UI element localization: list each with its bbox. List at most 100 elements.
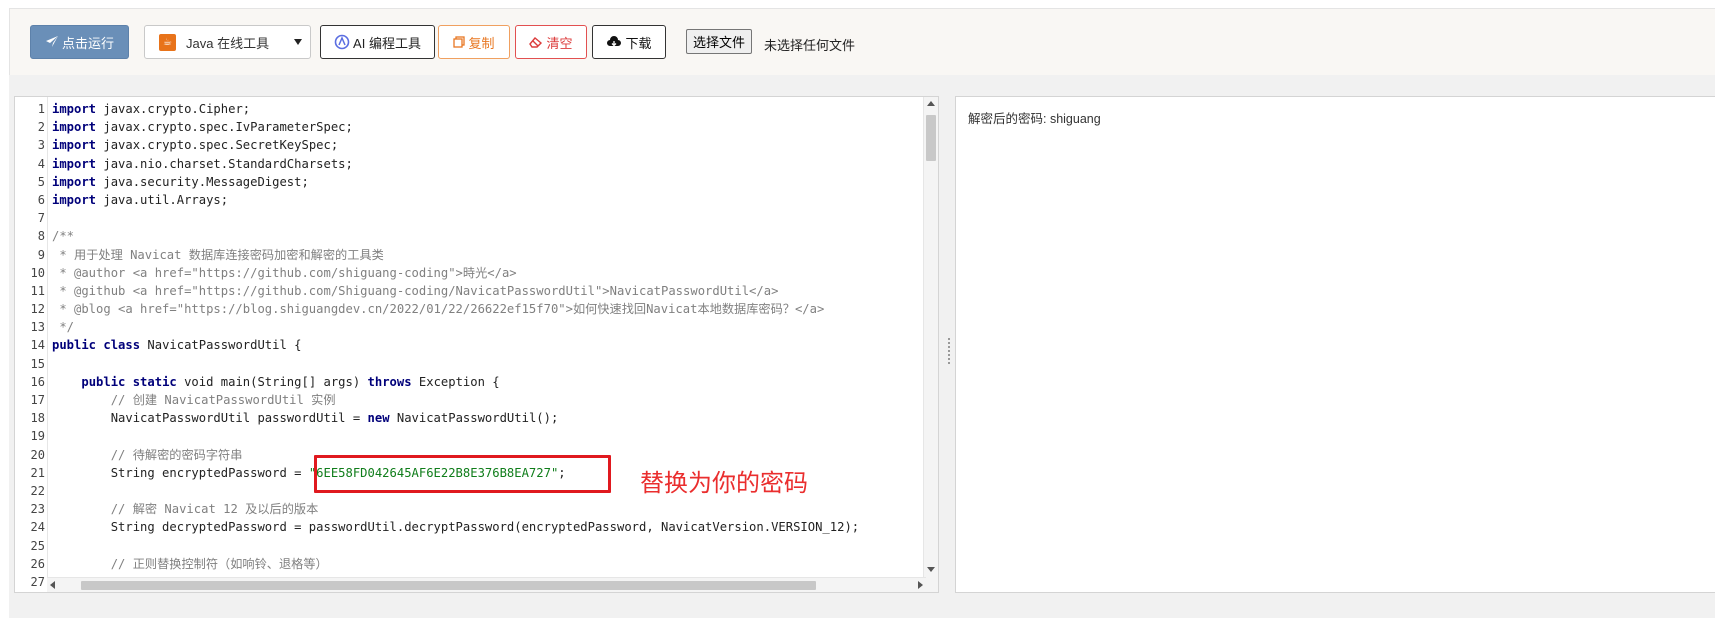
- line-number: 13: [30, 320, 45, 335]
- line-number: 2: [37, 120, 45, 135]
- code-token: NavicatPasswordUtil {: [140, 338, 302, 353]
- line-number: 7: [37, 211, 45, 226]
- code-token: // 创建 NavicatPasswordUtil 实例: [52, 393, 336, 407]
- line-text: import javax.crypto.spec.SecretKeySpec;: [52, 136, 338, 154]
- clear-button[interactable]: 清空: [515, 25, 587, 59]
- line-text: import javax.crypto.spec.IvParameterSpec…: [52, 118, 353, 136]
- line-text: import java.nio.charset.StandardCharsets…: [52, 155, 353, 173]
- line-number: 27: [30, 574, 45, 589]
- line-number: 26: [30, 556, 45, 571]
- code-line[interactable]: 8 /**: [15, 227, 925, 245]
- line-text: import javax.crypto.Cipher;: [52, 100, 250, 118]
- line-number: 12: [30, 302, 45, 317]
- code-line[interactable]: 15: [15, 355, 925, 373]
- ai-tools-button[interactable]: AI 编程工具: [320, 25, 435, 59]
- code-token: /**: [52, 229, 75, 244]
- line-number: 10: [30, 265, 45, 280]
- line-number: 23: [30, 502, 45, 517]
- annotation-text: 替换为你的密码: [640, 470, 808, 497]
- horizontal-scroll-thumb[interactable]: [81, 581, 816, 590]
- code-line[interactable]: 1 import javax.crypto.Cipher;: [15, 100, 925, 118]
- code-line[interactable]: 2 import javax.crypto.spec.IvParameterSpe…: [15, 118, 925, 136]
- scroll-right-icon[interactable]: [918, 581, 923, 589]
- file-status: 未选择任何文件: [764, 38, 856, 53]
- code-token: void main(String[] args): [176, 374, 368, 389]
- page: 点击运行 ☕ Java 在线工具 AI 编程工具 复制 清空 下载 选择文件 未…: [0, 0, 1715, 618]
- code-line[interactable]: 3 import javax.crypto.spec.SecretKeySpec;: [15, 136, 925, 154]
- code-line[interactable]: 16 public static void main(String[] args…: [15, 373, 925, 391]
- output-text: 解密后的密码: shiguang: [968, 112, 1101, 126]
- copy-button[interactable]: 复制: [438, 25, 510, 59]
- code-token: String encryptedPassword =: [52, 465, 309, 480]
- code-token: import: [52, 156, 97, 171]
- code-token: * 用于处理 Navicat 数据库连接密码加密和解密的工具类: [52, 247, 384, 262]
- code-line[interactable]: 25: [15, 537, 925, 555]
- code-token: // 解密 Navicat 12 及以后的版本: [52, 502, 319, 517]
- code-line[interactable]: 13 */: [15, 318, 925, 336]
- code-line[interactable]: 24 String decryptedPassword = passwordUt…: [15, 518, 925, 536]
- code-editor[interactable]: 1 import javax.crypto.Cipher; 2 import java…: [14, 96, 939, 593]
- line-number: 17: [30, 393, 45, 407]
- code-token: javax.crypto.Cipher;: [96, 102, 251, 116]
- vertical-scrollbar[interactable]: [923, 97, 938, 592]
- code-line[interactable]: 9 * 用于处理 Navicat 数据库连接密码加密和解密的工具类: [15, 246, 925, 264]
- scroll-down-icon[interactable]: [927, 567, 935, 572]
- run-button[interactable]: 点击运行: [30, 25, 129, 59]
- code-line[interactable]: 6 import java.util.Arrays;: [15, 191, 925, 209]
- line-number: 16: [30, 374, 45, 389]
- line-number: 5: [37, 174, 45, 189]
- password-highlight-box: [314, 455, 611, 493]
- download-button[interactable]: 下载: [592, 25, 666, 59]
- code-token: javax.crypto.spec.SecretKeySpec;: [96, 138, 339, 153]
- code-token: * @author <a href="https://github.com/sh…: [52, 265, 517, 280]
- code-line[interactable]: 26 // 正则替换控制符（如响铃、退格等）: [15, 555, 925, 573]
- ai-icon: [334, 34, 350, 50]
- line-text: public static void main(String[] args) t…: [52, 373, 499, 391]
- code-token: java.util.Arrays;: [96, 192, 229, 207]
- line-text: NavicatPasswordUtil passwordUtil = new N…: [52, 409, 559, 427]
- code-token: import: [52, 192, 97, 207]
- line-number: 11: [30, 283, 45, 298]
- code-token: import: [52, 120, 97, 135]
- code-line[interactable]: 11 * @github <a href="https://github.com…: [15, 282, 925, 300]
- code-token: javax.crypto.spec.IvParameterSpec;: [96, 120, 353, 135]
- choose-file-button[interactable]: 选择文件: [686, 29, 753, 54]
- line-number: 1: [37, 102, 45, 116]
- code-line[interactable]: 19: [15, 427, 925, 445]
- copy-label: 复制: [468, 35, 495, 51]
- code-token: public class: [52, 338, 141, 353]
- code-lines[interactable]: 1 import javax.crypto.Cipher; 2 import java…: [15, 100, 925, 591]
- copy-icon: [453, 36, 466, 48]
- code-line[interactable]: 14 public class NavicatPasswordUtil {: [15, 336, 925, 354]
- chevron-down-icon: [294, 39, 302, 45]
- line-number: 21: [30, 465, 45, 480]
- clear-label: 清空: [546, 35, 573, 51]
- scroll-up-icon[interactable]: [927, 101, 935, 106]
- line-text: * @github <a href="https://github.com/Sh…: [52, 282, 778, 300]
- code-line[interactable]: 12 * @blog <a href="https://blog.shiguan…: [15, 300, 925, 318]
- code-line[interactable]: 5 import java.security.MessageDigest;: [15, 173, 925, 191]
- vertical-scroll-thumb[interactable]: [926, 115, 936, 161]
- code-line[interactable]: 17 // 创建 NavicatPasswordUtil 实例: [15, 391, 925, 409]
- code-token: NavicatPasswordUtil passwordUtil =: [52, 411, 368, 426]
- line-text: /**: [52, 227, 74, 245]
- line-number: 9: [37, 247, 45, 262]
- code-token: new: [367, 411, 390, 426]
- code-line[interactable]: 23 // 解密 Navicat 12 及以后的版本: [15, 500, 925, 518]
- pane-splitter-handle[interactable]: [946, 336, 952, 366]
- run-label: 点击运行: [61, 35, 114, 51]
- language-select[interactable]: ☕ Java 在线工具: [144, 25, 311, 59]
- code-line[interactable]: 4 import java.nio.charset.StandardCharset…: [15, 155, 925, 173]
- code-line[interactable]: 10 * @author <a href="https://github.com…: [15, 264, 925, 282]
- code-line[interactable]: 7: [15, 209, 925, 227]
- line-text: public class NavicatPasswordUtil {: [52, 336, 302, 354]
- line-number: 25: [30, 538, 45, 553]
- scroll-left-icon[interactable]: [50, 581, 55, 589]
- code-token: * @blog <a href="https://blog.shiguangde…: [52, 302, 825, 317]
- code-token: throws: [367, 374, 412, 389]
- line-text: * 用于处理 Navicat 数据库连接密码加密和解密的工具类: [52, 246, 384, 264]
- line-number: 6: [37, 192, 45, 207]
- code-token: import: [52, 102, 97, 116]
- horizontal-scrollbar[interactable]: [47, 577, 926, 592]
- code-line[interactable]: 18 NavicatPasswordUtil passwordUtil = ne…: [15, 409, 925, 427]
